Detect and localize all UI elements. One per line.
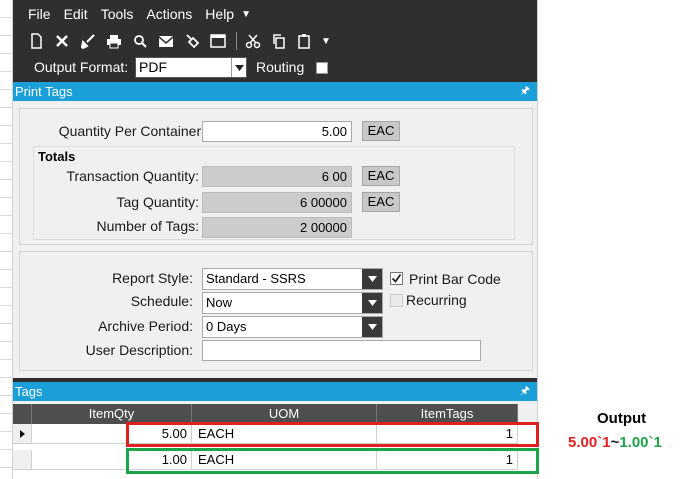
pin-icon[interactable]: 🖈︎	[520, 82, 530, 101]
print-preview-icon[interactable]	[130, 31, 150, 51]
routing-checkbox[interactable]	[316, 62, 328, 74]
archive-period-value: 0 Days	[206, 319, 247, 334]
toolbar: ▼	[13, 28, 537, 54]
print-tags-window: File Edit Tools Actions Help ▼ ▼ Output …	[12, 0, 538, 479]
print-icon[interactable]	[104, 31, 124, 51]
print-bar-code-checkbox[interactable]	[390, 272, 403, 285]
toolbar-overflow-icon[interactable]: ▼	[321, 36, 331, 47]
menu-edit[interactable]: Edit	[64, 6, 88, 22]
toolbar-separator	[236, 32, 237, 50]
background-spreadsheet-strip	[0, 0, 12, 479]
column-header-itemtags[interactable]: ItemTags	[377, 404, 518, 424]
copy-icon[interactable]	[269, 31, 289, 51]
checkmark-icon	[391, 273, 402, 283]
schedule-select[interactable]: Now	[202, 292, 383, 314]
archive-period-label: Archive Period:	[98, 318, 193, 334]
quantity-per-container-uom-button[interactable]: EAC	[362, 121, 400, 141]
quantity-per-container-label: Quantity Per Container:	[58, 123, 205, 139]
row-selector[interactable]	[13, 450, 32, 470]
menu-help[interactable]: Help	[205, 6, 234, 22]
window-icon[interactable]	[208, 31, 228, 51]
transaction-quantity-label: Transaction Quantity:	[66, 168, 199, 184]
report-style-label: Report Style:	[112, 270, 193, 286]
menu-overflow-icon[interactable]: ▼	[241, 9, 251, 20]
pin-icon[interactable]: 🖈︎	[520, 382, 530, 401]
tags-header: Tags 🖈︎	[13, 382, 537, 401]
menu-file[interactable]: File	[28, 6, 51, 22]
transaction-quantity-value: 6 00	[202, 166, 352, 187]
output-value-green: 1.00`1	[619, 434, 662, 451]
column-header-uom[interactable]: UOM	[192, 404, 377, 424]
output-annotation-title: Output	[597, 410, 647, 427]
routing-label: Routing	[256, 59, 305, 75]
chevron-down-icon[interactable]	[362, 293, 382, 313]
user-description-input[interactable]	[202, 340, 481, 361]
totals-title: Totals	[38, 149, 76, 164]
menu-bar: File Edit Tools Actions Help ▼	[13, 0, 537, 28]
schedule-label: Schedule:	[130, 293, 193, 309]
clear-icon[interactable]	[78, 31, 98, 51]
chevron-down-icon[interactable]	[362, 317, 382, 337]
schedule-value: Now	[206, 295, 233, 310]
tag-quantity-label: Tag Quantity:	[116, 194, 200, 210]
recurring-checkbox[interactable]	[390, 294, 403, 307]
output-value-red: 5.00`1	[568, 434, 611, 451]
transaction-quantity-uom-button[interactable]: EAC	[362, 166, 400, 186]
cut-icon[interactable]	[243, 31, 263, 51]
archive-period-select[interactable]: 0 Days	[202, 316, 383, 338]
quantity-per-container-input[interactable]: 5.00	[202, 121, 352, 142]
chevron-down-icon[interactable]	[362, 269, 382, 289]
grid-corner	[13, 404, 32, 424]
number-of-tags-value: 2 00000	[202, 217, 352, 238]
tag-quantity-uom-button[interactable]: EAC	[362, 192, 400, 212]
delete-icon[interactable]	[52, 31, 72, 51]
highlight-box-green	[126, 448, 539, 474]
report-style-select[interactable]: Standard - SSRS	[202, 268, 383, 290]
chevron-down-icon[interactable]	[231, 58, 246, 77]
tags-title: Tags	[15, 384, 43, 399]
send-icon[interactable]	[156, 31, 176, 51]
tag-quantity-value: 6 00000	[202, 192, 352, 213]
current-row-icon	[20, 430, 25, 438]
print-tags-title: Print Tags	[15, 84, 73, 99]
print-tags-header: Print Tags 🖈︎	[13, 82, 537, 101]
highlight-box-red	[126, 422, 539, 447]
output-format-select[interactable]: PDF	[135, 57, 247, 78]
new-icon[interactable]	[26, 31, 46, 51]
output-format-value: PDF	[139, 59, 167, 75]
grid-header-filler	[518, 404, 537, 424]
recurring-label: Recurring	[406, 292, 467, 308]
menu-tools[interactable]: Tools	[101, 6, 134, 22]
paste-icon[interactable]	[295, 31, 315, 51]
format-bar: Output Format: PDF Routing	[13, 54, 537, 82]
output-separator: ~	[610, 434, 620, 451]
number-of-tags-label: Number of Tags:	[96, 218, 199, 234]
print-bar-code-label: Print Bar Code	[409, 271, 501, 287]
output-format-label: Output Format:	[34, 59, 129, 75]
column-header-itemqty[interactable]: ItemQty	[32, 404, 192, 424]
row-selector[interactable]	[13, 424, 32, 444]
attach-icon[interactable]	[182, 31, 202, 51]
output-annotation-value: 5.00`1~1.00`1	[568, 434, 662, 451]
report-style-value: Standard - SSRS	[206, 271, 306, 286]
menu-actions[interactable]: Actions	[146, 6, 192, 22]
user-description-label: User Description:	[85, 342, 193, 358]
